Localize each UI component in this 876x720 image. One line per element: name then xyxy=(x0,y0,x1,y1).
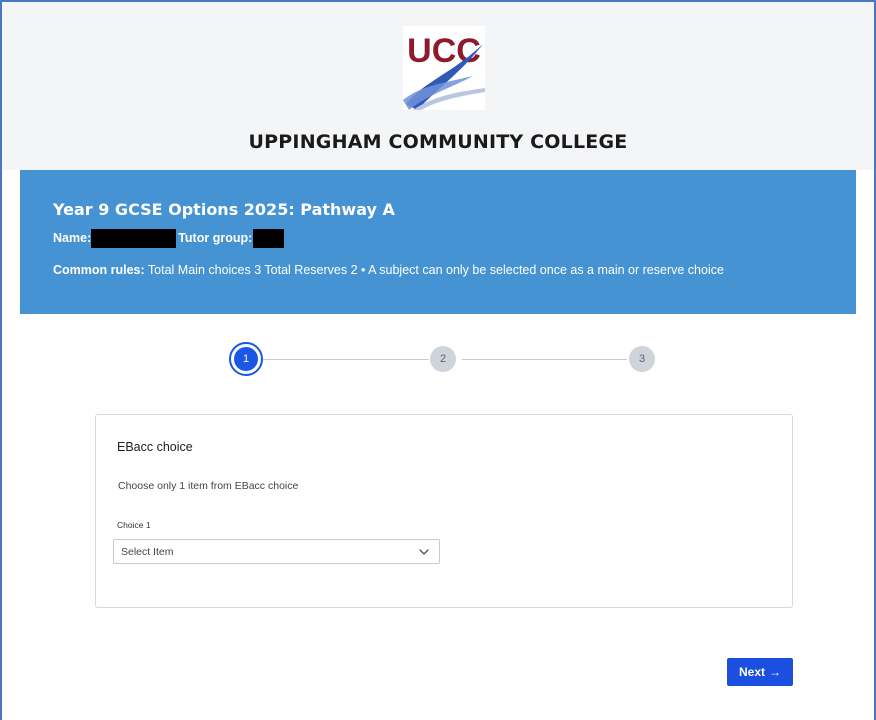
student-info-row: Name: Tutor group: xyxy=(53,228,285,248)
name-label: Name: xyxy=(53,231,92,245)
common-rules-text: Total Main choices 3 Total Reserves 2 • … xyxy=(144,263,724,277)
progress-stepper: 1 2 3 xyxy=(0,340,876,380)
college-logo: UCC xyxy=(403,26,485,110)
common-rules-label: Common rules: xyxy=(53,263,145,277)
redacted-tutor-group xyxy=(253,228,285,248)
page-title: Year 9 GCSE Options 2025: Pathway A xyxy=(53,200,395,219)
tutor-group-label: Tutor group: xyxy=(178,231,253,245)
logo-text: UCC xyxy=(407,32,481,70)
arrow-right-icon: → xyxy=(769,665,781,679)
select-value: Select Item xyxy=(121,546,174,558)
choice-1-select[interactable]: Select Item xyxy=(113,539,440,564)
step-connector xyxy=(462,359,627,360)
common-rules: Common rules: Total Main choices 3 Total… xyxy=(53,261,813,279)
card-help-text: Choose only 1 item from EBacc choice xyxy=(118,480,299,492)
step-3[interactable]: 3 xyxy=(629,346,655,372)
choice-1-label: Choice 1 xyxy=(117,520,151,530)
chevron-down-icon xyxy=(419,549,429,555)
step-1-number: 1 xyxy=(234,347,258,371)
step-1[interactable]: 1 xyxy=(229,342,263,376)
ebacc-choice-card: EBacc choice Choose only 1 item from EBa… xyxy=(95,414,793,608)
options-banner: Year 9 GCSE Options 2025: Pathway A Name… xyxy=(20,170,856,314)
card-title: EBacc choice xyxy=(117,440,193,454)
redacted-name xyxy=(91,228,177,248)
college-name: UPPINGHAM COMMUNITY COLLEGE xyxy=(248,131,628,153)
step-connector xyxy=(262,359,429,360)
step-2[interactable]: 2 xyxy=(430,346,456,372)
ucc-logo-icon: UCC xyxy=(403,32,485,110)
next-button-label: Next xyxy=(738,665,765,679)
next-button[interactable]: Next → xyxy=(727,658,793,686)
